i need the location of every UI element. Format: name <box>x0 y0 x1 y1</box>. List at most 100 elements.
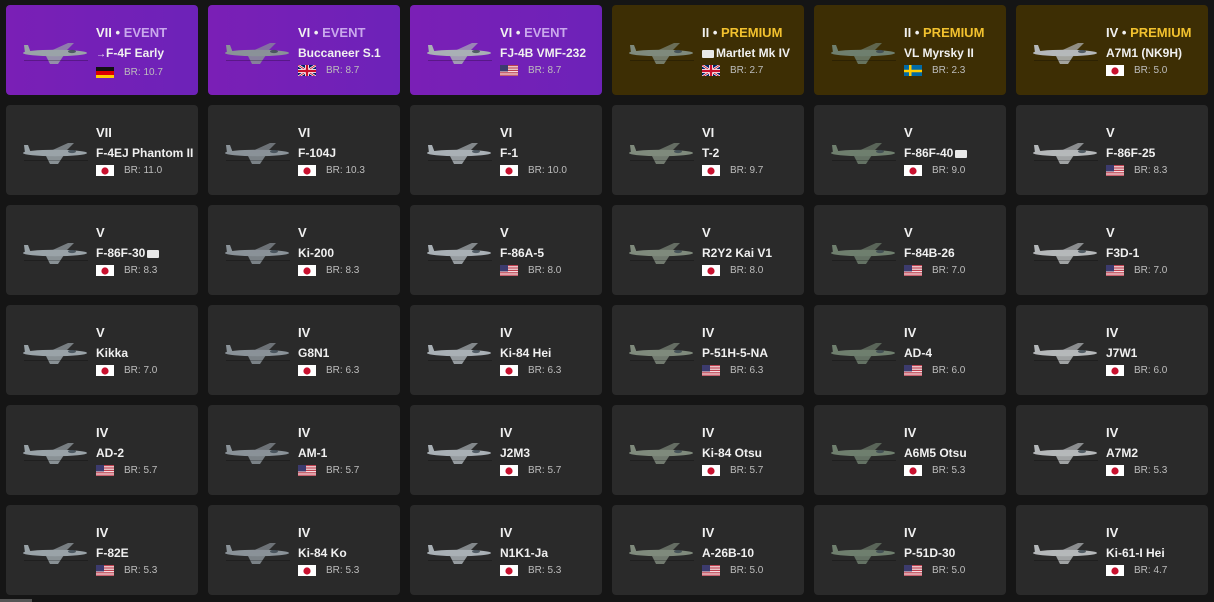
usa-flag-icon <box>702 564 720 576</box>
vehicle-card[interactable]: IV AD-4 BR: 6.0 <box>814 305 1006 395</box>
vehicle-card[interactable]: VI • EVENT Buccaneer S.1 BR: 8.7 <box>208 5 400 95</box>
battle-rating: BR: 10.0 <box>528 164 567 176</box>
vehicle-info: V Ki-200 BR: 8.3 <box>298 225 396 277</box>
vehicle-card[interactable]: V F-86F-25 BR: 8.3 <box>1016 105 1208 195</box>
vehicle-card[interactable]: VII F-4EJ Phantom II BR: 11.0 <box>6 105 198 195</box>
vehicle-name: A7M1 (NK9H) <box>1106 46 1183 60</box>
rank-label: V <box>1106 225 1115 240</box>
rank-label: IV <box>702 325 715 340</box>
vehicle-name: F-84B-26 <box>904 246 955 260</box>
battle-rating-row: BR: 6.3 <box>298 363 396 377</box>
vehicle-name-row: T-2 <box>702 146 800 160</box>
vehicle-rank: IV <box>1106 425 1204 440</box>
battle-rating: BR: 10.7 <box>124 66 163 78</box>
vehicle-card[interactable]: VI F-104J BR: 10.3 <box>208 105 400 195</box>
vehicle-card[interactable]: V F-86F-30 BR: 8.3 <box>6 205 198 295</box>
vehicle-card[interactable]: V Kikka BR: 7.0 <box>6 305 198 395</box>
vehicle-card[interactable]: VI • EVENT FJ-4B VMF-232 BR: 8.7 <box>410 5 602 95</box>
vehicle-card[interactable]: IV F-82E BR: 5.3 <box>6 505 198 595</box>
vehicle-card[interactable]: V F-84B-26 BR: 7.0 <box>814 205 1006 295</box>
vehicle-info: IV Ki-84 Otsu BR: 5.7 <box>702 425 800 477</box>
battle-rating-row: BR: 8.0 <box>702 263 800 277</box>
vehicle-rank: VI • EVENT <box>298 25 396 40</box>
vehicle-card[interactable]: VI F-1 BR: 10.0 <box>410 105 602 195</box>
battle-rating: BR: 5.7 <box>124 464 158 476</box>
vehicle-name: AD-4 <box>904 346 933 360</box>
squadron-icon <box>147 249 160 258</box>
usa-flag-icon <box>96 564 114 576</box>
vehicle-info: V R2Y2 Kai V1 BR: 8.0 <box>702 225 800 277</box>
battle-rating-row: BR: 5.7 <box>500 463 598 477</box>
vehicle-name-row: F-82E <box>96 546 194 560</box>
vehicle-name: P-51D-30 <box>904 546 956 560</box>
vehicle-name-row: FJ-4B VMF-232 <box>500 46 598 60</box>
vehicle-rank: IV <box>96 525 194 540</box>
battle-rating: BR: 5.3 <box>1134 464 1168 476</box>
vehicle-name-row: A6M5 Otsu <box>904 446 1002 460</box>
rank-label: VI <box>298 25 311 40</box>
rank-label: IV <box>500 525 513 540</box>
vehicle-rank: IV <box>500 325 598 340</box>
japan-flag-icon <box>96 264 114 276</box>
vehicle-card[interactable]: VII • EVENT →F-4F Early BR: 10.7 <box>6 5 198 95</box>
vehicle-card[interactable]: V F3D-1 BR: 7.0 <box>1016 205 1208 295</box>
vehicle-card[interactable]: IV J2M3 BR: 5.7 <box>410 405 602 495</box>
rank-label: V <box>298 225 307 240</box>
aircraft-image <box>216 333 298 369</box>
vehicle-name-row: VL Myrsky II <box>904 46 1002 60</box>
vehicle-rank: IV <box>702 325 800 340</box>
aircraft-image <box>1024 33 1106 69</box>
battle-rating: BR: 8.7 <box>528 64 562 76</box>
germany-flag-icon <box>96 66 114 78</box>
vehicle-info: IV P-51H-5-NA BR: 6.3 <box>702 325 800 377</box>
vehicle-card[interactable]: IV Ki-84 Ko BR: 5.3 <box>208 505 400 595</box>
vehicle-info: V F-86F-40 BR: 9.0 <box>904 125 1002 177</box>
vehicle-rank: VI • EVENT <box>500 25 598 40</box>
vehicle-name-row: F-1 <box>500 146 598 160</box>
vehicle-name: Ki-84 Hei <box>500 346 552 360</box>
vehicle-card[interactable]: VI T-2 BR: 9.7 <box>612 105 804 195</box>
vehicle-grid: VII • EVENT →F-4F Early BR: 10.7 VI • EVENT… <box>6 5 1208 595</box>
aircraft-image <box>822 133 904 169</box>
vehicle-info: VI F-104J BR: 10.3 <box>298 125 396 177</box>
vehicle-card[interactable]: IV N1K1-Ja BR: 5.3 <box>410 505 602 595</box>
japan-flag-icon <box>1106 364 1124 376</box>
vehicle-card[interactable]: IV Ki-84 Hei BR: 6.3 <box>410 305 602 395</box>
vehicle-card[interactable]: II • PREMIUM VL Myrsky II BR: 2.3 <box>814 5 1006 95</box>
vehicle-name-row: Ki-61-I Hei <box>1106 546 1204 560</box>
vehicle-card[interactable]: IV Ki-84 Otsu BR: 5.7 <box>612 405 804 495</box>
japan-flag-icon <box>298 264 316 276</box>
japan-flag-icon <box>298 364 316 376</box>
vehicle-name: Martlet Mk IV <box>716 46 791 60</box>
usa-flag-icon <box>1106 264 1124 276</box>
battle-rating-row: BR: 8.3 <box>298 263 396 277</box>
vehicle-info: IV P-51D-30 BR: 5.0 <box>904 525 1002 577</box>
vehicle-card[interactable]: II • PREMIUM Martlet Mk IV BR: 2.7 <box>612 5 804 95</box>
vehicle-card[interactable]: IV P-51D-30 BR: 5.0 <box>814 505 1006 595</box>
vehicle-rank: V <box>500 225 598 240</box>
vehicle-card[interactable]: V F-86F-40 BR: 9.0 <box>814 105 1006 195</box>
japan-flag-icon <box>1106 64 1124 76</box>
aircraft-image <box>1024 533 1106 569</box>
vehicle-card[interactable]: IV AM-1 BR: 5.7 <box>208 405 400 495</box>
vehicle-card[interactable]: IV Ki-61-I Hei BR: 4.7 <box>1016 505 1208 595</box>
rank-label: VI <box>702 125 715 140</box>
vehicle-card[interactable]: V F-86A-5 BR: 8.0 <box>410 205 602 295</box>
vehicle-card[interactable]: IV A7M2 BR: 5.3 <box>1016 405 1208 495</box>
vehicle-card[interactable]: IV A6M5 Otsu BR: 5.3 <box>814 405 1006 495</box>
vehicle-card[interactable]: IV P-51H-5-NA BR: 6.3 <box>612 305 804 395</box>
vehicle-rank: IV <box>904 425 1002 440</box>
vehicle-card[interactable]: IV AD-2 BR: 5.7 <box>6 405 198 495</box>
vehicle-card[interactable]: IV G8N1 BR: 6.3 <box>208 305 400 395</box>
vehicle-card[interactable]: IV • PREMIUM A7M1 (NK9H) BR: 5.0 <box>1016 5 1208 95</box>
vehicle-card[interactable]: V Ki-200 BR: 8.3 <box>208 205 400 295</box>
vehicle-card[interactable]: IV J7W1 BR: 6.0 <box>1016 305 1208 395</box>
aircraft-image <box>14 433 96 469</box>
battle-rating-row: BR: 10.0 <box>500 163 598 177</box>
event-tag: EVENT <box>524 25 568 40</box>
battle-rating: BR: 6.3 <box>326 364 360 376</box>
vehicle-card[interactable]: IV A-26B-10 BR: 5.0 <box>612 505 804 595</box>
vehicle-card[interactable]: V R2Y2 Kai V1 BR: 8.0 <box>612 205 804 295</box>
japan-flag-icon <box>904 164 922 176</box>
battle-rating: BR: 5.3 <box>124 564 158 576</box>
